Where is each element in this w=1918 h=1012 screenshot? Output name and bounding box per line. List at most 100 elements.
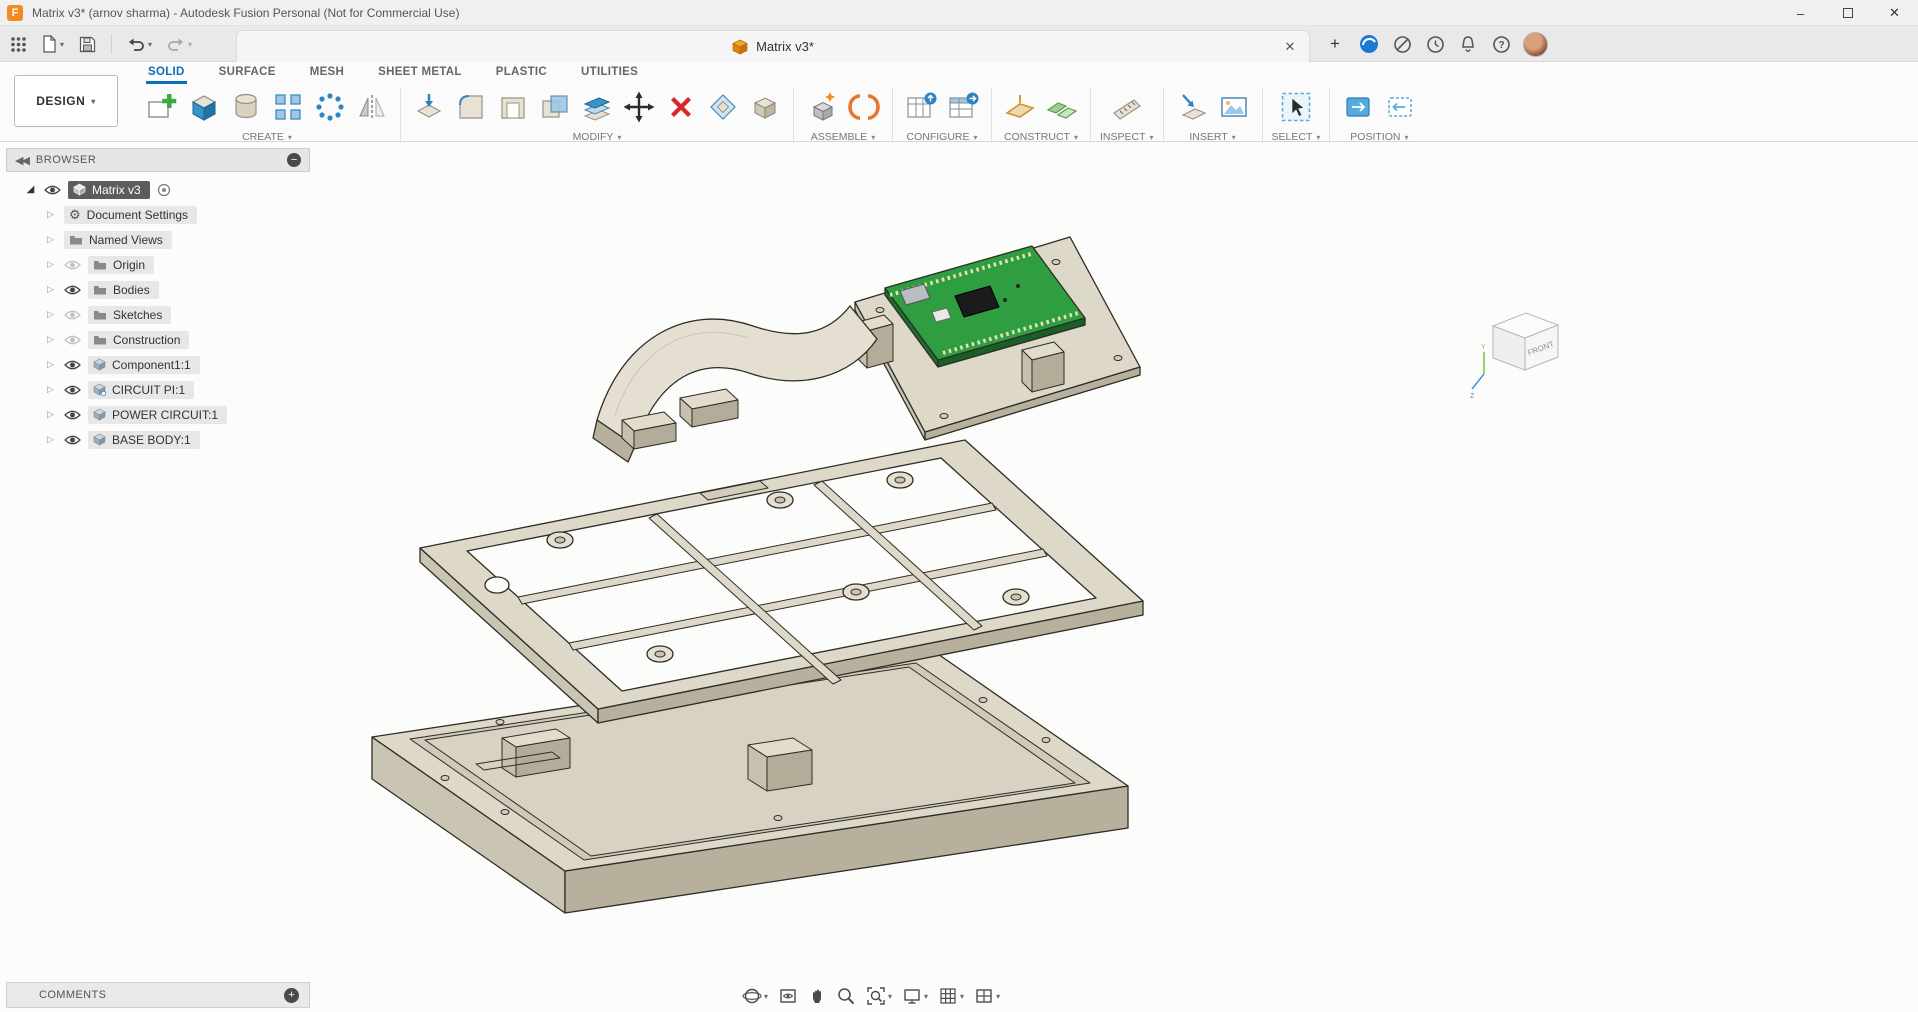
visibility-eye-icon[interactable] (64, 359, 81, 371)
tree-row-named-views[interactable]: ▷ Named Views (6, 227, 310, 252)
tree-row-document-settings[interactable]: ▷ ⚙ Document Settings (6, 202, 310, 227)
tree-row-circuit-pi[interactable]: ▷ CIRCUIT PI:1 (6, 377, 310, 402)
configuration-icon[interactable] (902, 86, 940, 128)
collapse-panel-icon[interactable]: ◀◀ (15, 154, 30, 167)
undo-button[interactable]: ▾ (127, 37, 152, 52)
expand-icon[interactable]: ▷ (44, 284, 57, 295)
tree-item[interactable]: Component1:1 (88, 355, 200, 374)
move-icon[interactable] (620, 86, 658, 128)
tab-surface[interactable]: SURFACE (217, 62, 278, 84)
viewports-button[interactable]: ▾ (974, 986, 1000, 1006)
offset-face-icon[interactable] (578, 86, 616, 128)
tab-plastic[interactable]: PLASTIC (494, 62, 549, 84)
canvas-icon[interactable] (1215, 86, 1253, 128)
tree-row-base-body[interactable]: ▷ BASE BODY:1 (6, 427, 310, 452)
tree-item-root[interactable]: Matrix v3 (68, 180, 150, 199)
group-label-modify[interactable]: MODIFY (573, 131, 622, 143)
tree-item[interactable]: BASE BODY:1 (88, 430, 200, 449)
help-icon[interactable]: ? (1490, 33, 1512, 55)
comments-bar[interactable]: COMMENTS + (6, 982, 310, 1008)
expand-icon[interactable]: ▷ (44, 434, 57, 445)
replace-face-icon[interactable] (746, 86, 784, 128)
workspace-selector[interactable]: DESIGN ▾ (14, 75, 118, 127)
group-label-insert[interactable]: INSERT (1189, 131, 1235, 143)
group-label-assemble[interactable]: ASSEMBLE (811, 131, 876, 143)
tree-item[interactable]: CIRCUIT PI:1 (88, 380, 195, 399)
press-pull-icon[interactable] (410, 86, 448, 128)
notifications-bell-icon[interactable] (1457, 33, 1479, 55)
configuration-table-icon[interactable] (944, 86, 982, 128)
expand-icon[interactable]: ▷ (44, 209, 57, 220)
expand-icon[interactable]: ▷ (44, 384, 57, 395)
grid-snaps-button[interactable]: ▾ (938, 986, 964, 1006)
visibility-eye-icon[interactable] (64, 409, 81, 421)
tree-item[interactable]: Construction (88, 330, 190, 349)
tree-row-root[interactable]: ◢ Matrix v3 (6, 177, 310, 202)
display-settings-button[interactable]: ▾ (902, 986, 928, 1006)
box-icon[interactable] (185, 86, 223, 128)
avatar[interactable] (1523, 31, 1548, 57)
view-cube[interactable]: FRONT Y Z (1468, 300, 1588, 400)
tree-row-origin[interactable]: ▷ Origin (6, 252, 310, 277)
new-component-icon[interactable] (803, 86, 841, 128)
tree-item[interactable]: POWER CIRCUIT:1 (88, 405, 228, 424)
visibility-eye-icon[interactable] (64, 434, 81, 446)
zoom-button[interactable] (836, 986, 856, 1006)
group-label-position[interactable]: POSITION (1350, 131, 1408, 143)
delete-icon[interactable] (662, 86, 700, 128)
tree-item[interactable]: ⚙ Document Settings (64, 205, 198, 224)
group-label-create[interactable]: CREATE (242, 131, 292, 143)
rectangular-pattern-icon[interactable] (269, 86, 307, 128)
document-tab[interactable]: Matrix v3* ✕ (236, 30, 1310, 62)
visibility-eye-off-icon[interactable] (64, 309, 81, 321)
collapse-all-button[interactable]: − (287, 153, 301, 167)
pan-button[interactable] (808, 986, 826, 1006)
tab-utilities[interactable]: UTILITIES (579, 62, 640, 84)
group-label-construct[interactable]: CONSTRUCT (1004, 131, 1078, 143)
group-label-configure[interactable]: CONFIGURE (906, 131, 977, 143)
joint-icon[interactable] (845, 86, 883, 128)
tab-solid[interactable]: SOLID (146, 62, 187, 84)
visibility-eye-off-icon[interactable] (64, 334, 81, 346)
combine-icon[interactable] (536, 86, 574, 128)
expand-icon[interactable]: ▷ (44, 259, 57, 270)
tree-row-bodies[interactable]: ▷ Bodies (6, 277, 310, 302)
tree-row-construction[interactable]: ▷ Construction (6, 327, 310, 352)
tree-row-power-circuit[interactable]: ▷ POWER CIRCUIT:1 (6, 402, 310, 427)
expand-icon[interactable]: ▷ (44, 334, 57, 345)
expand-icon[interactable]: ▷ (44, 309, 57, 320)
scale-icon[interactable] (704, 86, 742, 128)
visibility-eye-off-icon[interactable] (64, 259, 81, 271)
maximize-button[interactable] (1824, 0, 1871, 26)
expand-icon[interactable]: ▷ (44, 409, 57, 420)
insert-derive-icon[interactable] (1173, 86, 1211, 128)
expand-icon[interactable]: ▷ (44, 359, 57, 370)
tree-item[interactable]: Origin (88, 255, 155, 274)
tab-sheet-metal[interactable]: SHEET METAL (376, 62, 464, 84)
sphere-icon[interactable] (311, 86, 349, 128)
expand-icon[interactable]: ▷ (44, 234, 57, 245)
extensions-icon[interactable] (1391, 33, 1413, 55)
orbit-button[interactable]: ▾ (742, 986, 768, 1006)
tree-item[interactable]: Bodies (88, 280, 159, 299)
close-tab-button[interactable]: ✕ (1281, 38, 1299, 56)
midplane-icon[interactable] (1043, 86, 1081, 128)
new-document-button[interactable]: + (1324, 33, 1346, 55)
history-clock-icon[interactable] (1424, 33, 1446, 55)
activate-component-radio[interactable] (157, 183, 171, 197)
capture-position-icon[interactable] (1339, 86, 1377, 128)
create-sketch-icon[interactable] (143, 86, 181, 128)
group-label-inspect[interactable]: INSPECT (1100, 131, 1154, 143)
job-status-icon[interactable] (1358, 33, 1380, 55)
close-button[interactable]: ✕ (1871, 0, 1918, 26)
tree-item[interactable]: Named Views (64, 230, 172, 249)
select-icon[interactable] (1277, 86, 1315, 128)
measure-icon[interactable] (1108, 86, 1146, 128)
fit-button[interactable]: ▾ (866, 986, 892, 1006)
look-at-button[interactable] (778, 986, 798, 1006)
minimize-button[interactable]: – (1777, 0, 1824, 26)
visibility-eye-icon[interactable] (64, 284, 81, 296)
visibility-eye-icon[interactable] (64, 384, 81, 396)
add-comment-button[interactable]: + (284, 987, 299, 1003)
offset-plane-icon[interactable] (1001, 86, 1039, 128)
